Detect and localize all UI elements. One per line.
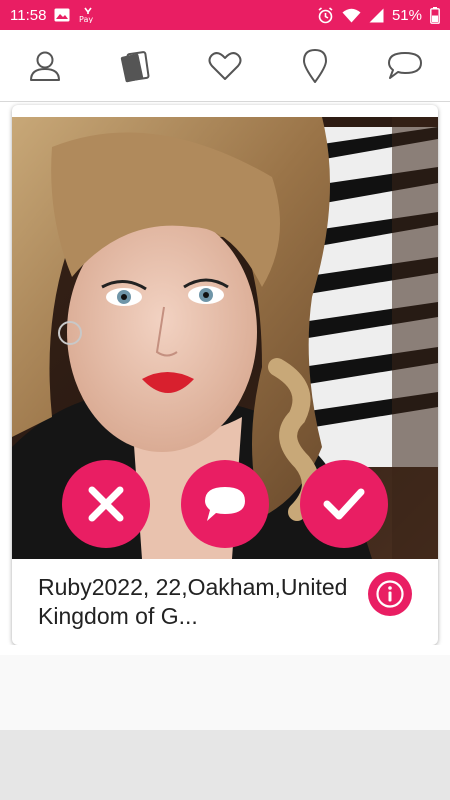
profile-summary: Ruby2022, 22,Oakham,United Kingdom of G.… xyxy=(38,574,348,629)
nav-location[interactable] xyxy=(285,36,345,96)
location-pin-icon xyxy=(303,48,327,83)
profile-info-row: Ruby2022, 22,Oakham,United Kingdom of G.… xyxy=(12,560,438,645)
profile-card[interactable]: Ruby2022, 22,Oakham,United Kingdom of G.… xyxy=(12,105,438,645)
bottom-area xyxy=(0,655,450,730)
status-bar: 11:58 Pay 51% xyxy=(0,0,450,30)
heart-icon xyxy=(208,51,242,80)
top-navigation xyxy=(0,30,450,102)
footer-spacer xyxy=(0,645,450,655)
status-left: 11:58 Pay xyxy=(10,7,100,24)
status-right: 51% xyxy=(317,6,440,24)
nav-cards[interactable] xyxy=(105,36,165,96)
alarm-icon xyxy=(317,6,334,24)
message-icon xyxy=(205,487,245,521)
nav-profile[interactable] xyxy=(15,36,75,96)
wifi-icon xyxy=(342,8,361,23)
action-buttons xyxy=(12,460,438,550)
pay-app-icon: Pay xyxy=(78,7,100,23)
dislike-button[interactable] xyxy=(62,460,150,548)
nav-messages[interactable] xyxy=(375,36,435,96)
like-button[interactable] xyxy=(300,460,388,548)
message-button[interactable] xyxy=(181,460,269,548)
cards-icon xyxy=(120,50,150,82)
bottom-bar xyxy=(0,730,450,800)
info-button[interactable] xyxy=(368,572,412,616)
dislike-x-icon xyxy=(88,486,124,522)
status-time: 11:58 xyxy=(10,6,47,24)
like-check-icon xyxy=(323,488,365,520)
pay-label: Pay xyxy=(79,15,93,23)
info-icon xyxy=(376,580,404,608)
image-icon xyxy=(54,8,70,22)
signal-icon xyxy=(369,8,384,23)
chat-bubble-icon xyxy=(388,51,422,79)
battery-icon xyxy=(430,6,440,24)
nav-likes[interactable] xyxy=(195,36,255,96)
profile-icon xyxy=(30,51,60,81)
battery-text: 51% xyxy=(391,6,422,24)
